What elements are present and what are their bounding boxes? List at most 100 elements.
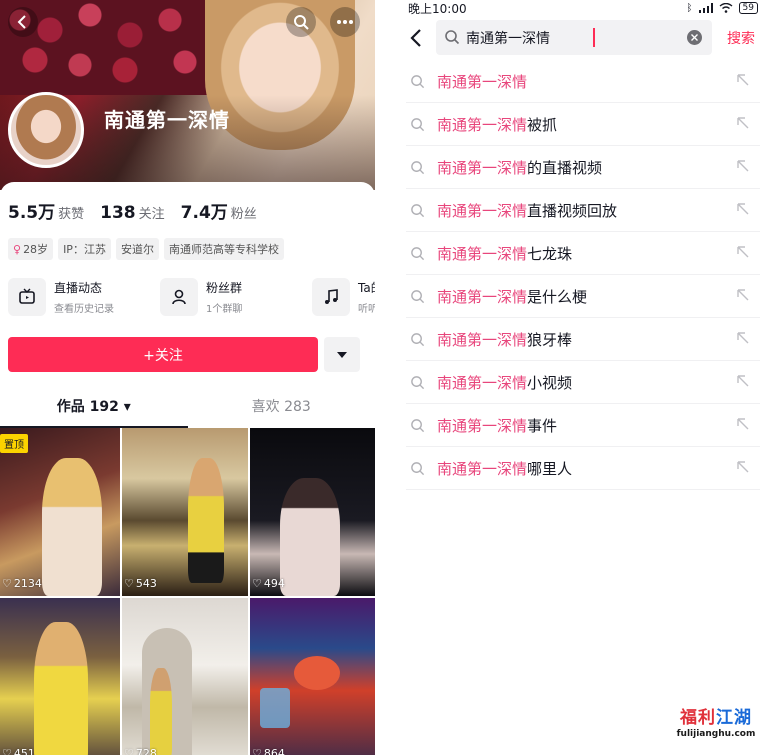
back-button[interactable] [404,24,428,52]
person-figure [34,622,88,755]
caret-down-icon: ▾ [123,399,131,415]
suggestion-text: 狼牙棒 [527,331,573,349]
music-icon [325,289,338,304]
suggestion-text: 是什么梗 [527,288,588,306]
follow-button[interactable]: +关注 [8,337,318,372]
suggestion-list: 南通第一深情 南通第一深情被抓 南通第一深情的直播视频 南通第一深情直播视频回放 [406,60,760,490]
list-item[interactable]: 南通第一深情事件 [406,404,760,447]
video-thumbnail[interactable]: ♡ 543 [122,428,248,596]
feature-fan-group[interactable]: 粉丝群 1个群聊 [160,278,300,316]
list-item[interactable]: 南通第一深情狼牙棒 [406,318,760,361]
search-button[interactable] [286,7,316,37]
stat-followers[interactable]: 7.4万 粉丝 [181,198,257,223]
list-item[interactable]: 南通第一深情七龙珠 [406,232,760,275]
status-time: 晚上10:00 [408,1,467,16]
feature-music[interactable]: Ta的音乐听听ta的 [312,278,375,316]
search-icon [411,333,425,347]
video-thumbnail[interactable]: ♡ 864 [250,598,375,755]
video-thumbnail[interactable]: 置顶 ♡ 2134 [0,428,120,596]
avatar[interactable] [8,92,84,168]
list-item[interactable]: 南通第一深情小视频 [406,361,760,404]
video-thumbnail[interactable]: ♡ 728 [122,598,248,755]
suggestion-highlight: 南通第一深情 [437,331,528,349]
back-button[interactable] [8,7,38,37]
heart-icon: ♡ [124,577,134,590]
pinned-badge: 置顶 [0,434,28,453]
list-item[interactable]: 南通第一深情是什么梗 [406,275,760,318]
suggestion-highlight: 南通第一深情 [437,202,528,220]
tag-ip: IP：江苏 [58,238,111,260]
text-cursor [593,28,595,47]
stat-following[interactable]: 138 关注 [100,203,165,223]
search-icon [411,247,425,261]
list-item[interactable]: 南通第一深情 [406,60,760,103]
tab-likes[interactable]: 喜欢 283 [188,392,376,428]
search-icon [411,290,425,304]
heart-icon: ♡ [124,747,134,755]
suggestion-highlight: 南通第一深情 [437,374,528,392]
like-count-text: 543 [135,577,157,590]
feature-row: 直播动态查看历史记录 粉丝群 1个群聊 Ta的音乐听听ta的 [8,278,375,316]
feature-live-history[interactable]: 直播动态查看历史记录 [8,278,148,316]
site-watermark: 福利江湖 fulijianghu.com [666,703,766,739]
suggestion-highlight: 南通第一深情 [437,116,528,134]
fill-query-arrow-icon[interactable] [736,73,750,87]
fill-query-arrow-icon[interactable] [736,159,750,173]
profile-name: 南通第一深情 [104,108,230,132]
search-icon [411,419,425,433]
tag-text: 28岁 [23,243,49,256]
profile-card: 5.5万 获赞 138 关注 7.4万 粉丝 ♀ 28岁 IP：江苏 安道尔 南通师范高… [0,182,375,755]
fill-query-arrow-icon[interactable] [736,288,750,302]
search-submit-button[interactable]: 搜索 [727,28,755,48]
suggestion-text: 小视频 [527,374,573,392]
person-figure [280,478,340,596]
profile-screen: 南通第一深情 5.5万 获赞 138 关注 7.4万 粉丝 ♀ 28岁 IP：江苏 安道… [0,0,375,755]
like-count-text: 864 [263,747,285,755]
fill-query-arrow-icon[interactable] [736,116,750,130]
like-count: ♡ 494 [252,577,285,590]
person-figure [42,458,102,596]
search-input[interactable] [466,20,686,55]
follow-dropdown-button[interactable] [324,337,360,372]
feature-subtitle: 1个群聊 [206,304,243,315]
search-icon [294,15,309,30]
ellipsis-icon [337,20,353,24]
list-item[interactable]: 南通第一深情的直播视频 [406,146,760,189]
more-options-button[interactable] [330,7,360,37]
list-item[interactable]: 南通第一深情直播视频回放 [406,189,760,232]
stat-likes[interactable]: 5.5万 获赞 [8,198,84,223]
fill-query-arrow-icon[interactable] [736,245,750,259]
suggestion-highlight: 南通第一深情 [437,73,528,91]
list-item[interactable]: 南通第一深情被抓 [406,103,760,146]
female-icon: ♀ [13,243,22,256]
drink-glass [260,688,290,728]
search-icon [411,204,425,218]
fill-query-arrow-icon[interactable] [736,374,750,388]
tag-age: ♀ 28岁 [8,238,54,260]
suggestion-highlight: 南通第一深情 [437,159,528,177]
tag-location: 安道尔 [115,238,159,260]
video-thumbnail[interactable]: ♡ 451 [0,598,120,755]
fill-query-arrow-icon[interactable] [736,460,750,474]
suggestion-text: 七龙珠 [527,245,573,263]
suggestion-text: 被抓 [527,116,558,134]
like-count: ♡ 864 [252,747,285,755]
close-icon [691,34,698,41]
profile-stats: 5.5万 获赞 138 关注 7.4万 粉丝 [8,198,257,223]
search-icon [411,376,425,390]
like-count-text: 494 [263,577,285,590]
suggestion-highlight: 南通第一深情 [437,460,528,478]
fill-query-arrow-icon[interactable] [736,417,750,431]
feature-title: 直播动态 [54,281,103,295]
like-count: ♡ 2134 [2,577,42,590]
tab-works[interactable]: 作品 192 ▾ [0,392,188,428]
clear-search-button[interactable] [687,30,702,45]
feature-subtitle: 查看历史记录 [54,304,114,315]
video-thumbnail[interactable]: ♡ 494 [250,428,375,596]
fill-query-arrow-icon[interactable] [736,331,750,345]
fill-query-arrow-icon[interactable] [736,202,750,216]
search-icon [411,118,425,132]
search-icon [411,161,425,175]
list-item[interactable]: 南通第一深情哪里人 [406,447,760,490]
stat-value: 5.5万 [8,203,56,223]
